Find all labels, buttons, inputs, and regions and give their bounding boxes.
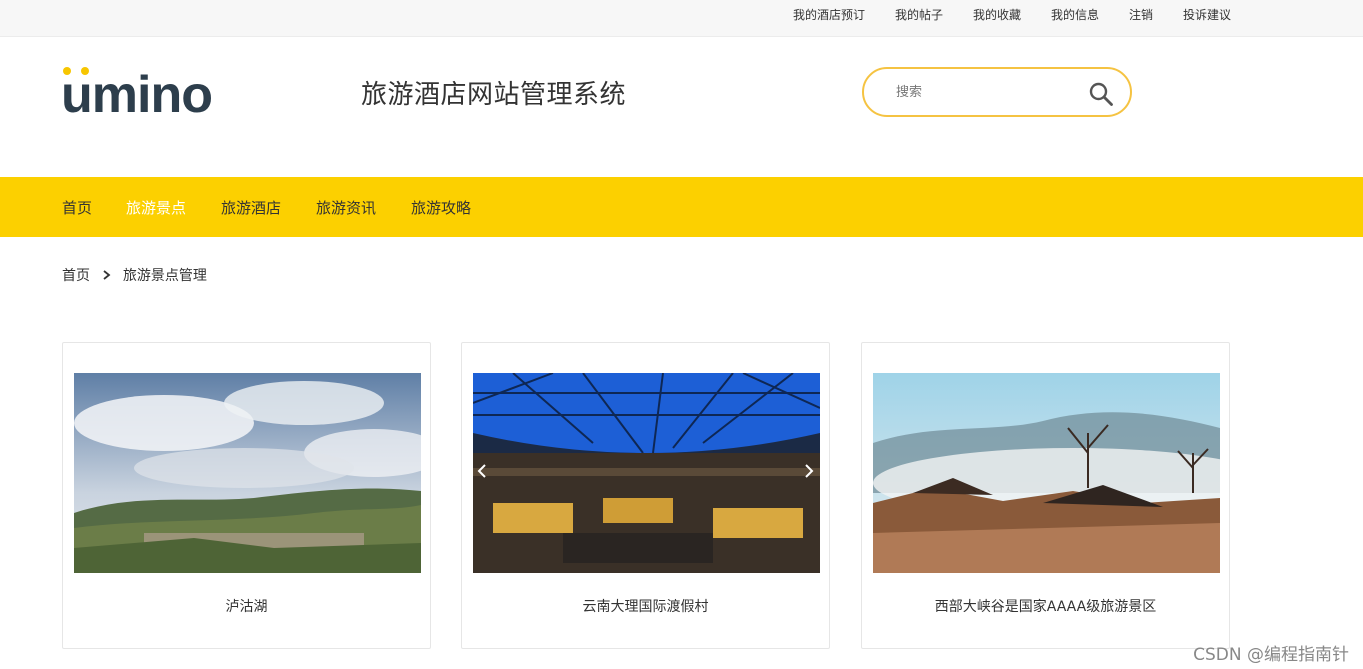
breadcrumb-home[interactable]: 首页 [62,268,90,284]
card-image [473,373,820,573]
site-title: 旅游酒店网站管理系统 [361,80,627,110]
svg-text:umino: umino [61,66,212,118]
card-title: 西部大峡谷是国家AAAA级旅游景区 [934,599,1157,615]
card-title: 云南大理国际渡假村 [582,599,709,615]
search-box [862,67,1132,117]
card-title: 泸沽湖 [225,599,268,615]
umino-logo[interactable]: umino [61,62,221,118]
breadcrumb-current: 旅游景点管理 [122,268,207,284]
logout-link[interactable]: 注销 [1129,6,1153,23]
card-image [873,373,1220,573]
breadcrumb: 首页 旅游景点管理 [62,265,207,285]
nav-item-home[interactable]: 首页 [62,197,92,218]
top-utility-bar: 我的酒店预订 我的帖子 我的收藏 我的信息 注销 投诉建议 [0,0,1363,37]
card-image [74,373,421,573]
chevron-right-icon [103,270,111,280]
nav-item-hotels[interactable]: 旅游酒店 [221,197,281,218]
complaints-link[interactable]: 投诉建议 [1183,6,1231,23]
main-nav: 首页 旅游景点 旅游酒店 旅游资讯 旅游攻略 [0,177,1363,237]
nav-item-attractions[interactable]: 旅游景点 [126,197,186,218]
my-favorites-link[interactable]: 我的收藏 [973,6,1021,23]
search-icon[interactable] [1088,81,1114,107]
my-hotel-bookings-link[interactable]: 我的酒店预订 [793,6,865,23]
watermark: CSDN @编程指南针 [1193,645,1349,665]
my-info-link[interactable]: 我的信息 [1051,6,1099,23]
my-posts-link[interactable]: 我的帖子 [895,6,943,23]
nav-item-guides[interactable]: 旅游攻略 [411,197,471,218]
search-input[interactable] [896,82,1076,102]
attraction-card[interactable]: 云南大理国际渡假村 [461,342,830,649]
attraction-card[interactable]: 西部大峡谷是国家AAAA级旅游景区 [861,342,1230,649]
nav-item-news[interactable]: 旅游资讯 [316,197,376,218]
attraction-card[interactable]: 泸沽湖 [62,342,431,649]
